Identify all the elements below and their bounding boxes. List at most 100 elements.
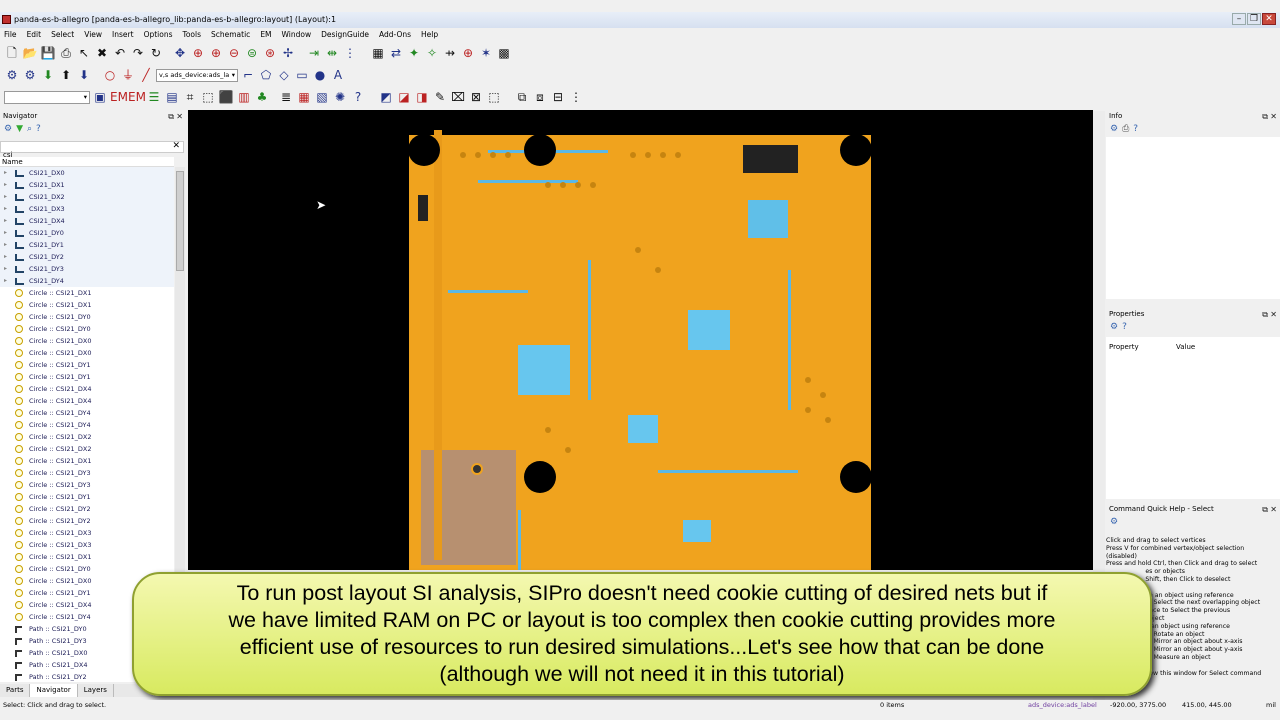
close-icon[interactable]: ✕ xyxy=(1270,111,1277,122)
port-icon[interactable]: ○ xyxy=(102,67,118,83)
ungroup-icon[interactable]: ⧈ xyxy=(532,89,548,105)
tree-item-net[interactable]: ▸ CSI21_DY0 xyxy=(0,227,174,239)
ground-icon[interactable]: ⏚ xyxy=(120,67,136,83)
grid-snap-icon[interactable]: ▦ xyxy=(370,45,386,61)
menu-window[interactable]: Window xyxy=(282,30,312,39)
menu-options[interactable]: Options xyxy=(144,30,173,39)
menu-edit[interactable]: Edit xyxy=(27,30,42,39)
menu-insert[interactable]: Insert xyxy=(112,30,134,39)
gear-icon[interactable]: ⚙ xyxy=(1110,124,1118,134)
tree-item-circle[interactable]: Circle :: CSI21_DX1 xyxy=(0,551,174,563)
layer-stack-icon[interactable]: ☰ xyxy=(146,89,162,105)
menu-help[interactable]: Help xyxy=(421,30,438,39)
color-map-icon[interactable]: ▥ xyxy=(236,89,252,105)
tree-item-circle[interactable]: Circle :: CSI21_DY1 xyxy=(0,359,174,371)
import-icon[interactable]: ⬇ xyxy=(40,67,56,83)
trace-icon[interactable]: ⌐ xyxy=(240,67,256,83)
component-tree-icon[interactable]: ♣ xyxy=(254,89,270,105)
expand-arrow-icon[interactable]: ▸ xyxy=(4,263,7,275)
save-icon[interactable]: 💾 xyxy=(40,45,56,61)
pan-icon[interactable]: ✢ xyxy=(280,45,296,61)
name-column-header[interactable]: Name xyxy=(0,157,174,167)
expand-arrow-icon[interactable]: ▸ xyxy=(4,215,7,227)
wire-icon[interactable]: ╱ xyxy=(138,67,154,83)
tree-item-circle[interactable]: Circle :: CSI21_DY3 xyxy=(0,479,174,491)
close-button[interactable]: ✕ xyxy=(1262,13,1276,25)
tree-item-circle[interactable]: Circle :: CSI21_DY4 xyxy=(0,407,174,419)
center-point-icon[interactable]: ⊕ xyxy=(460,45,476,61)
gear-icon[interactable]: ⚙ xyxy=(1110,517,1118,527)
group-icon[interactable]: ⧉ xyxy=(514,89,530,105)
layout-canvas[interactable]: ➤ xyxy=(188,110,1093,570)
table-icon[interactable]: ▦ xyxy=(296,89,312,105)
menu-addons[interactable]: Add-Ons xyxy=(379,30,411,39)
gear-icon[interactable]: ⚙ xyxy=(4,124,12,134)
maximize-button[interactable]: ❐ xyxy=(1247,13,1261,25)
export-icon[interactable]: ⬆ xyxy=(58,67,74,83)
tree-item-circle[interactable]: Circle :: CSI21_DY3 xyxy=(0,467,174,479)
open-folder-icon[interactable]: 📂 xyxy=(22,45,38,61)
substrate-icon[interactable]: ▤ xyxy=(164,89,180,105)
close-icon[interactable]: ✕ xyxy=(176,111,183,122)
tree-item-circle[interactable]: Circle :: CSI21_DX3 xyxy=(0,527,174,539)
tree-item-net[interactable]: ▸ CSI21_DY4 xyxy=(0,275,174,287)
close-icon[interactable]: ✕ xyxy=(1270,504,1277,515)
pin-icon[interactable]: ◩ xyxy=(378,89,394,105)
snap-off-icon[interactable]: ✶ xyxy=(478,45,494,61)
pi-pro-icon[interactable]: ✺ xyxy=(332,89,348,105)
tree-item-circle[interactable]: Circle :: CSI21_DX0 xyxy=(0,335,174,347)
em-setup-icon[interactable]: ▣ xyxy=(92,89,108,105)
menu-select[interactable]: Select xyxy=(51,30,74,39)
expand-arrow-icon[interactable]: ▸ xyxy=(4,203,7,215)
snap-settings-icon[interactable]: ⇄ xyxy=(388,45,404,61)
rectangle-icon[interactable]: ▭ xyxy=(294,67,310,83)
layer-filter-select[interactable]: ▾ xyxy=(4,90,90,104)
tree-item-net[interactable]: ▸ CSI21_DX0 xyxy=(0,167,174,179)
tree-item-circle[interactable]: Circle :: CSI21_DY0 xyxy=(0,323,174,335)
tree-item-circle[interactable]: Circle :: CSI21_DX1 xyxy=(0,287,174,299)
tab-layers[interactable]: Layers xyxy=(78,684,114,697)
view-3d-icon[interactable]: ⬛ xyxy=(218,89,234,105)
print-icon[interactable]: ⎙ xyxy=(1122,124,1129,134)
select-arrow-icon[interactable]: ↖ xyxy=(76,45,92,61)
delete-icon[interactable]: ✖ xyxy=(94,45,110,61)
cookie-cut-icon[interactable]: ⌗ xyxy=(182,89,198,105)
undo-icon[interactable]: ↶ xyxy=(112,45,128,61)
float-icon[interactable]: ⧉ xyxy=(1262,111,1268,122)
tree-item-circle[interactable]: Circle :: CSI21_DX4 xyxy=(0,395,174,407)
tree-item-net[interactable]: ▸ CSI21_DY3 xyxy=(0,263,174,275)
help-icon[interactable]: ? xyxy=(350,89,366,105)
float-icon[interactable]: ⧉ xyxy=(1262,504,1268,515)
menu-file[interactable]: File xyxy=(4,30,17,39)
intersect-icon[interactable]: ✧ xyxy=(424,45,440,61)
align-left-icon[interactable]: ⇥ xyxy=(306,45,322,61)
hierarchy-icon[interactable]: ⋮ xyxy=(568,89,584,105)
expand-arrow-icon[interactable]: ▸ xyxy=(4,167,7,179)
zoom-area-icon[interactable]: ⊕ xyxy=(190,45,206,61)
move-icon[interactable]: ✥ xyxy=(172,45,188,61)
tree-item-circle[interactable]: Circle :: CSI21_DY1 xyxy=(0,371,174,383)
gear-icon[interactable]: ⚙ xyxy=(1110,322,1118,332)
tree-item-net[interactable]: ▸ CSI21_DX4 xyxy=(0,215,174,227)
tab-navigator[interactable]: Navigator xyxy=(30,684,78,697)
tab-parts[interactable]: Parts xyxy=(0,684,31,697)
scrollbar-thumb[interactable] xyxy=(176,171,184,271)
align-h-icon[interactable]: ⇹ xyxy=(324,45,340,61)
menu-schematic[interactable]: Schematic xyxy=(211,30,250,39)
tree-item-net[interactable]: ▸ CSI21_DX3 xyxy=(0,203,174,215)
cut-region-icon[interactable]: ⊠ xyxy=(468,89,484,105)
help-icon[interactable]: ? xyxy=(36,124,41,134)
end-point-icon[interactable]: ⇸ xyxy=(442,45,458,61)
tree-item-circle[interactable]: Circle :: CSI21_DX2 xyxy=(0,431,174,443)
expand-arrow-icon[interactable]: ▸ xyxy=(4,179,7,191)
expand-arrow-icon[interactable]: ▸ xyxy=(4,251,7,263)
tree-item-circle[interactable]: Circle :: CSI21_DX1 xyxy=(0,455,174,467)
tree-item-net[interactable]: ▸ CSI21_DX1 xyxy=(0,179,174,191)
polyline-icon[interactable]: ◇ xyxy=(276,67,292,83)
expand-arrow-icon[interactable]: ▸ xyxy=(4,275,7,287)
flag-icon[interactable]: ◨ xyxy=(414,89,430,105)
text-icon[interactable]: A xyxy=(330,67,346,83)
tree-item-net[interactable]: ▸ CSI21_DY2 xyxy=(0,251,174,263)
em-results-icon[interactable]: EM xyxy=(128,89,146,105)
polygon-icon[interactable]: ⬠ xyxy=(258,67,274,83)
